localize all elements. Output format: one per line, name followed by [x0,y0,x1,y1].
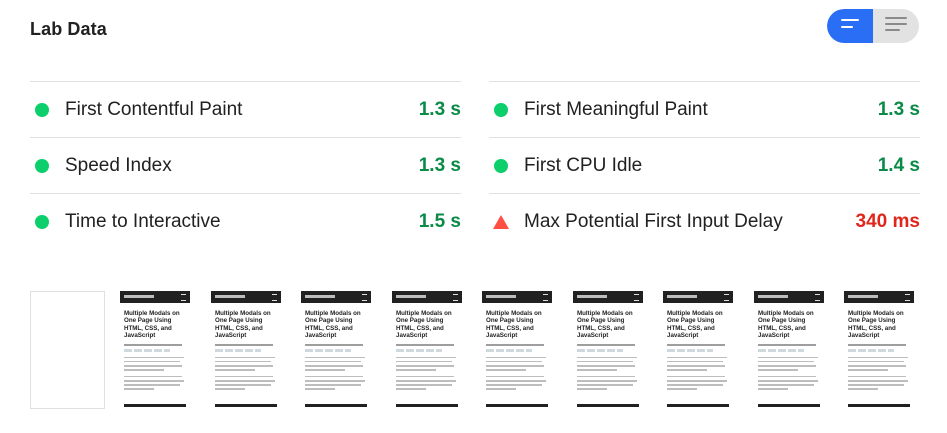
frame-thumbnail: Multiple Modals on One Page Using HTML, … [211,291,281,408]
metrics-column-left: First Contentful Paint 1.3 s Speed Index 1.… [30,81,461,249]
thumbnail-header-bar [844,291,914,303]
metric-value: 1.5 s [418,210,461,232]
metrics-column-right: First Meaningful Paint 1.3 s First CPU Idl… [489,81,920,249]
filmstrip-frame [30,291,105,409]
filmstrip-frame: Multiple Modals on One Page Using HTML, … [301,291,376,409]
metric-first-cpu-idle: First CPU Idle 1.4 s [489,137,920,193]
thumbnail-headline: Multiple Modals on One Page Using HTML, … [758,310,814,340]
thumbnail-headline: Multiple Modals on One Page Using HTML, … [667,310,723,340]
thumbnail-header-bar [663,291,733,303]
list-compact-icon [840,17,860,35]
metric-first-meaningful-paint: First Meaningful Paint 1.3 s [489,81,920,137]
thumbnail-header-bar [392,291,462,303]
thumbnail-headline: Multiple Modals on One Page Using HTML, … [848,310,904,340]
filmstrip-frame: Multiple Modals on One Page Using HTML, … [392,291,467,409]
filmstrip: Multiple Modals on One Page Using HTML, … [30,291,920,411]
thumbnail-header-bar [301,291,371,303]
pass-circle-icon [35,214,49,229]
metric-first-contentful-paint: First Contentful Paint 1.3 s [30,81,461,137]
frame-thumbnail: Multiple Modals on One Page Using HTML, … [844,291,914,408]
pass-circle-icon [494,102,508,117]
metric-time-to-interactive: Time to Interactive 1.5 s [30,193,461,249]
thumbnail-headline: Multiple Modals on One Page Using HTML, … [215,310,271,340]
frame-thumbnail: Multiple Modals on One Page Using HTML, … [573,291,643,408]
list-expanded-icon [884,16,908,37]
filmstrip-frame: Multiple Modals on One Page Using HTML, … [482,291,557,409]
thumbnail-header-bar [573,291,643,303]
pass-circle-icon [35,158,49,173]
thumbnail-headline: Multiple Modals on One Page Using HTML, … [124,310,180,340]
thumbnail-headline: Multiple Modals on One Page Using HTML, … [396,310,452,340]
filmstrip-frame: Multiple Modals on One Page Using HTML, … [120,291,195,409]
frame-thumbnail: Multiple Modals on One Page Using HTML, … [120,291,190,408]
thumbnail-header-bar [754,291,824,303]
thumbnail-headline: Multiple Modals on One Page Using HTML, … [486,310,542,340]
thumbnail-headline: Multiple Modals on One Page Using HTML, … [577,310,633,340]
view-toggle[interactable] [827,9,919,43]
pass-circle-icon [494,158,508,173]
filmstrip-frame: Multiple Modals on One Page Using HTML, … [573,291,648,409]
metric-speed-index: Speed Index 1.3 s [30,137,461,193]
metric-value: 1.3 s [418,98,461,120]
frame-thumbnail: Multiple Modals on One Page Using HTML, … [482,291,552,408]
filmstrip-frame: Multiple Modals on One Page Using HTML, … [663,291,738,409]
metric-label: First CPU Idle [524,154,643,176]
filmstrip-frame: Multiple Modals on One Page Using HTML, … [844,291,919,409]
metric-label: Max Potential First Input Delay [524,210,783,232]
thumbnail-header-bar [120,291,190,303]
metric-value: 1.3 s [877,98,920,120]
filmstrip-frame: Multiple Modals on One Page Using HTML, … [211,291,286,409]
toggle-expanded-view[interactable] [873,9,919,43]
thumbnail-header-bar [482,291,552,303]
thumbnail-headline: Multiple Modals on One Page Using HTML, … [305,310,361,340]
metric-value: 1.4 s [877,154,920,176]
metric-value: 1.3 s [418,154,461,176]
frame-thumbnail: Multiple Modals on One Page Using HTML, … [663,291,733,408]
frame-thumbnail: Multiple Modals on One Page Using HTML, … [754,291,824,408]
metric-label: First Meaningful Paint [524,98,708,120]
frame-thumbnail: Multiple Modals on One Page Using HTML, … [392,291,462,408]
metric-label: Time to Interactive [65,210,221,232]
thumbnail-header-bar [211,291,281,303]
metric-value: 340 ms [855,210,920,232]
section-title: Lab Data [30,19,107,39]
fail-triangle-icon [493,214,509,229]
metric-label: Speed Index [65,154,172,176]
frame-thumbnail: Multiple Modals on One Page Using HTML, … [301,291,371,408]
filmstrip-frame: Multiple Modals on One Page Using HTML, … [754,291,829,409]
metric-max-potential-first-input-delay: Max Potential First Input Delay 340 ms [489,193,920,249]
metric-label: First Contentful Paint [65,98,243,120]
pass-circle-icon [35,102,49,117]
toggle-compact-view[interactable] [827,9,873,43]
